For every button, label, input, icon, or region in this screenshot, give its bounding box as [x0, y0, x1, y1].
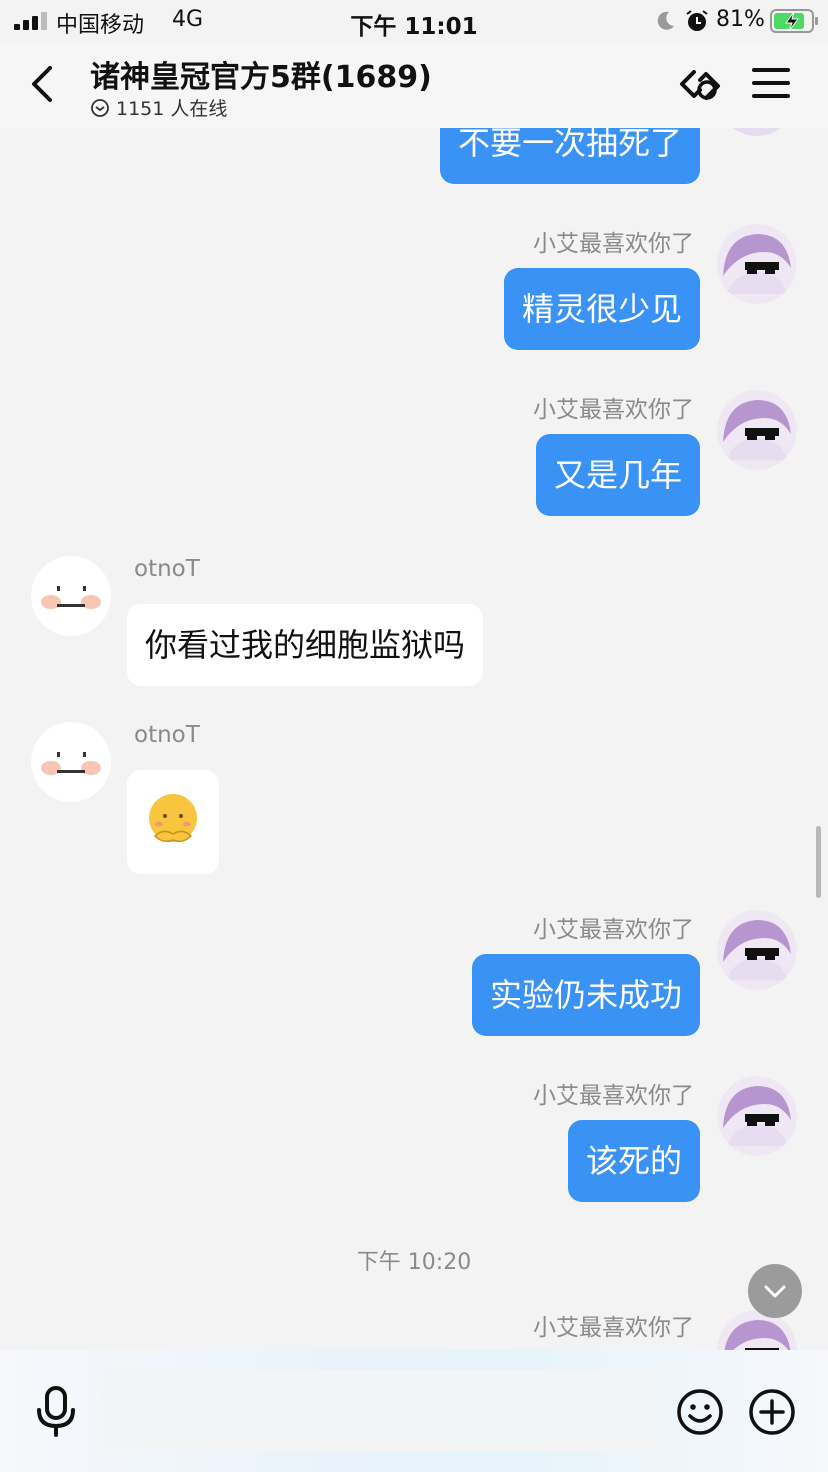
battery-percent: 81% [716, 7, 765, 32]
message-bubble-outgoing[interactable]: 该死的 [567, 1120, 700, 1202]
link-icon[interactable] [676, 62, 726, 108]
scrollbar[interactable] [816, 826, 821, 898]
status-bar: 中国移动 4G 下午 11:01 81% [0, 0, 828, 44]
moon-icon [657, 11, 674, 30]
battery-icon [770, 9, 818, 33]
message-bubble-outgoing[interactable]: 不要一次抽死了 [439, 128, 700, 184]
sticker-message[interactable] [127, 770, 219, 874]
shy-face-sticker-icon [149, 794, 197, 843]
avatar[interactable] [717, 224, 797, 304]
emoji-icon[interactable] [676, 1388, 724, 1436]
chevron-down-icon [764, 1285, 786, 1298]
message-timestamp: 下午 10:20 [356, 1250, 472, 1275]
avatar[interactable] [717, 1076, 797, 1156]
online-status: 1151 人在线 [90, 94, 227, 121]
sender-name: 小艾最喜欢你了 [533, 1083, 694, 1109]
avatar[interactable] [717, 128, 797, 136]
mic-icon[interactable] [34, 1386, 78, 1438]
sender-name: 小艾最喜欢你了 [533, 231, 694, 257]
chat-header: 诸神皇冠官方5群(1689) 1151 人在线 [0, 44, 828, 128]
sender-name: 小艾最喜欢你了 [533, 917, 694, 943]
online-status-icon [91, 98, 109, 117]
group-title[interactable]: 诸神皇冠官方5群(1689) [90, 52, 432, 96]
sender-name: otnoT [134, 722, 200, 748]
message-bubble-incoming[interactable]: 你看过我的细胞监狱吗 [127, 604, 484, 686]
scroll-to-bottom-button[interactable] [748, 1264, 802, 1318]
message-bubble-outgoing[interactable]: 实验仍未成功 [471, 954, 700, 1036]
avatar[interactable] [31, 722, 111, 802]
menu-icon[interactable] [752, 68, 790, 102]
sender-name: 小艾最喜欢你了 [533, 397, 694, 423]
alarm-icon [686, 10, 708, 31]
sender-name: 小艾最喜欢你了 [533, 1315, 694, 1341]
message-input[interactable] [100, 1370, 656, 1451]
online-count: 1151 人在线 [116, 98, 228, 120]
avatar[interactable] [717, 390, 797, 470]
message-bubble-outgoing[interactable]: 又是几年 [535, 434, 700, 516]
avatar[interactable] [31, 556, 111, 636]
sender-name: otnoT [134, 556, 200, 582]
avatar[interactable] [717, 910, 797, 990]
message-bubble-outgoing[interactable]: 精灵很少见 [503, 268, 700, 350]
plus-icon[interactable] [748, 1388, 796, 1436]
message-list[interactable]: 不要一次抽死了 小艾最喜欢你了 精灵很少见 小艾最喜欢你了 又是几年 otnoT… [0, 128, 828, 1350]
back-arrow-icon[interactable] [26, 62, 60, 106]
input-bar [0, 1350, 828, 1472]
